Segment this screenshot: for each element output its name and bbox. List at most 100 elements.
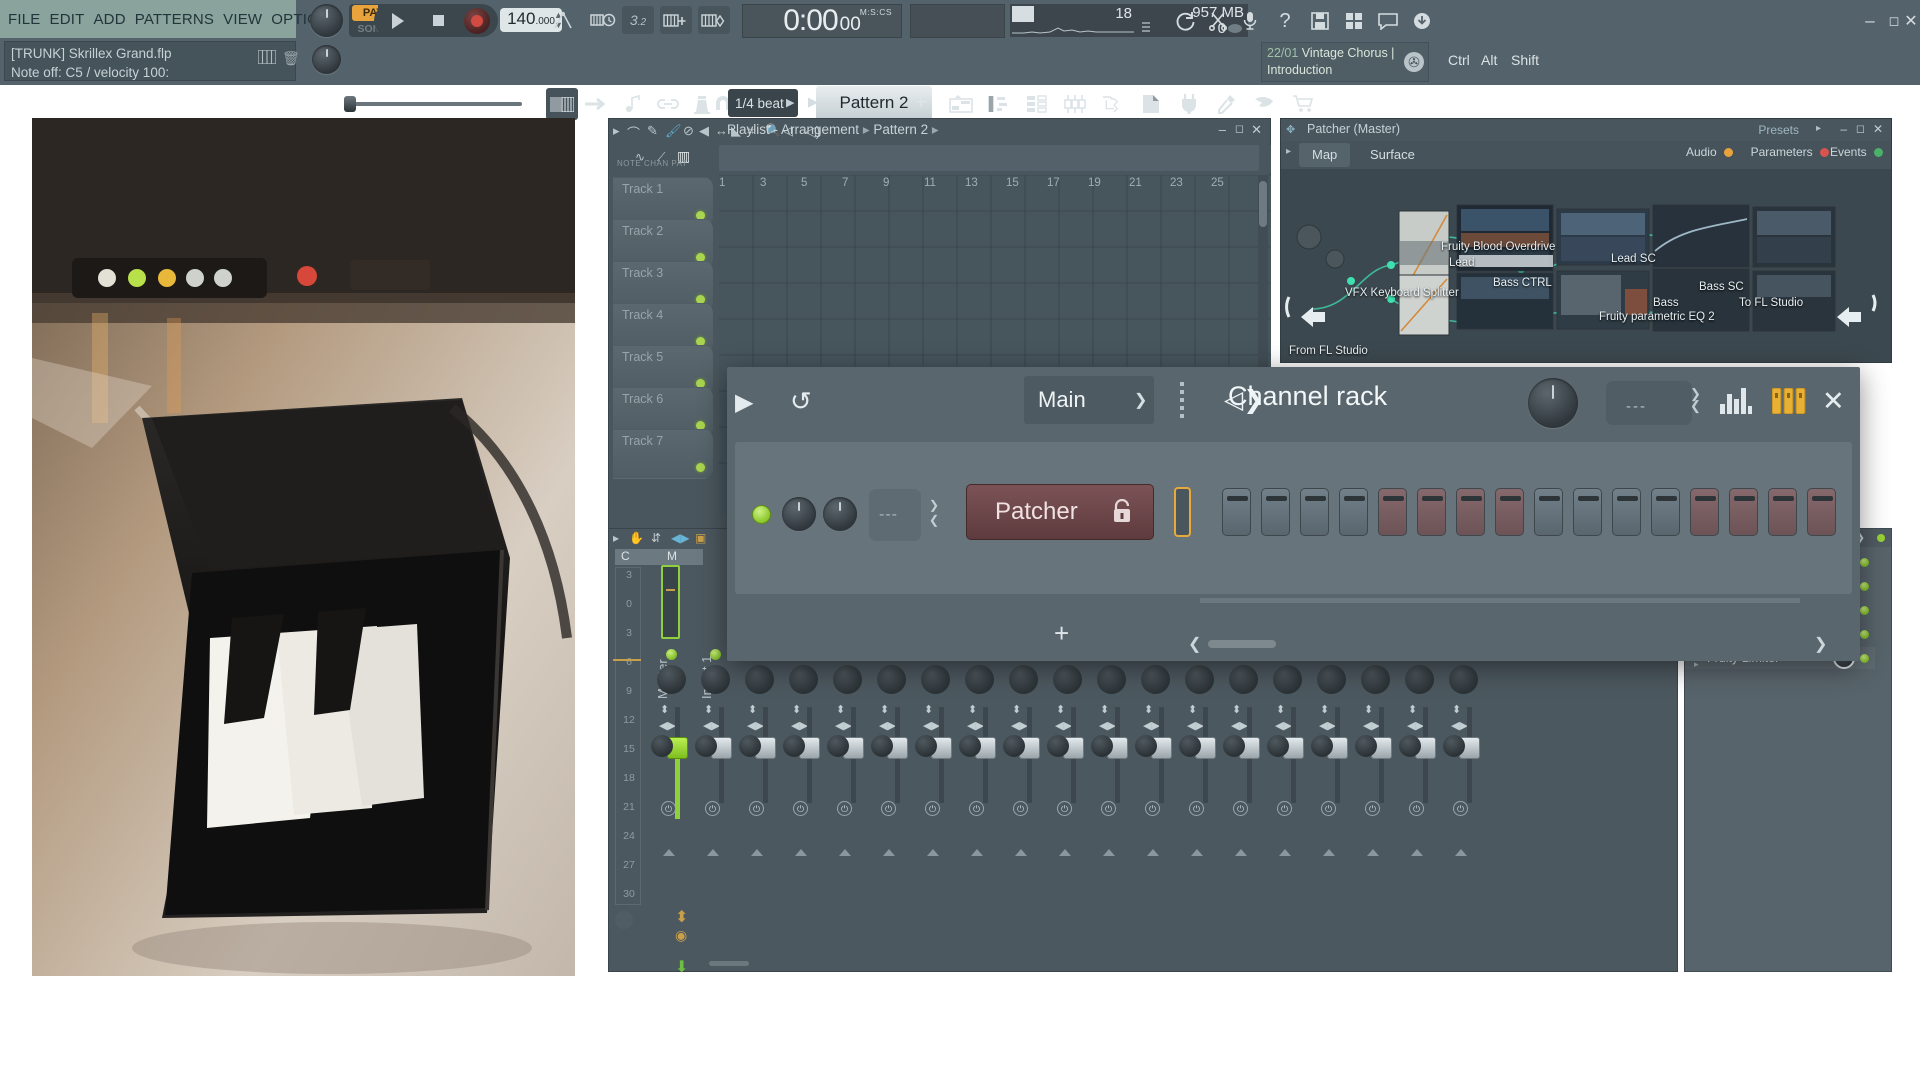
tab-map[interactable]: Map xyxy=(1299,143,1351,167)
mixer-strip-route-arrow[interactable] xyxy=(1147,849,1159,856)
pencil-icon[interactable]: ✎ xyxy=(647,123,658,139)
channel-rack-close-button[interactable]: ✕ xyxy=(1822,386,1845,417)
mixer-strip-pan-knob[interactable] xyxy=(833,665,862,694)
save-icon[interactable] xyxy=(1304,6,1336,36)
tab-surface[interactable]: Surface xyxy=(1357,143,1428,167)
export-icon[interactable] xyxy=(1338,6,1370,36)
playlist-titlebar[interactable]: ▸ ⌒ ✎ 🖌 ⊘ ◀ ↔ ◣ ⌗ 🔍 ◁ ◁) Playlist - Arra… xyxy=(609,119,1270,143)
step-button-6[interactable] xyxy=(1417,488,1446,536)
menu-item-patterns[interactable]: PATTERNS xyxy=(135,11,214,28)
hand-icon[interactable] xyxy=(1248,88,1282,120)
mixer-strip-updown-icon[interactable]: ⬍ xyxy=(924,703,933,716)
patcher-maximize-button[interactable]: ◻ xyxy=(1856,122,1865,135)
mixer-strip-route-arrow[interactable] xyxy=(1059,849,1071,856)
metronome-icon[interactable] xyxy=(548,6,578,34)
mixer-strip-power-icon[interactable]: ⏻ xyxy=(749,801,764,816)
effect-slot-led[interactable] xyxy=(1860,606,1869,615)
mixer-strip-power-icon[interactable]: ⏻ xyxy=(837,801,852,816)
mixer-strip-power-icon[interactable]: ⏻ xyxy=(1233,801,1248,816)
mixer-strip-power-icon[interactable]: ⏻ xyxy=(1057,801,1072,816)
patcher-node-label[interactable]: Bass xyxy=(1653,297,1679,309)
patcher-titlebar[interactable]: ✥ Patcher (Master) Presets ▸ ‒ ◻ ✕ xyxy=(1281,119,1891,141)
mixer-strip-led[interactable] xyxy=(666,649,677,660)
mixer-strip-trim-knob[interactable] xyxy=(1047,735,1069,757)
patcher-node-label[interactable]: Lead xyxy=(1449,257,1475,269)
mixer-strip-route-arrow[interactable] xyxy=(751,849,763,856)
step-button-8[interactable] xyxy=(1495,488,1524,536)
channel-rack-scroll-left[interactable]: ❮ xyxy=(1188,634,1201,654)
help-icon[interactable]: ? xyxy=(1270,6,1300,36)
mixer-strip-master[interactable]: Master⬍◀▶⏻ xyxy=(649,565,693,907)
mixer-strip-updown-icon[interactable]: ⬍ xyxy=(1232,703,1241,716)
add-channel-button[interactable]: + xyxy=(1054,618,1069,649)
menu-item-add[interactable]: ADD xyxy=(93,11,125,28)
patcher-node-label[interactable]: To FL Studio xyxy=(1739,297,1803,309)
patcher-node-label[interactable]: From FL Studio xyxy=(1289,345,1368,357)
mixer-strip-updown-icon[interactable]: ⬍ xyxy=(968,703,977,716)
mixer-strip-pan-knob[interactable] xyxy=(1229,665,1258,694)
mixer-strip-pan-knob[interactable] xyxy=(1141,665,1170,694)
mixer-strip-stereo-icon[interactable]: ◀▶ xyxy=(1363,719,1380,732)
mixer-icon[interactable] xyxy=(1058,88,1092,120)
step-button-2[interactable] xyxy=(1261,488,1290,536)
mixer-strip-pan-knob[interactable] xyxy=(1053,665,1082,694)
mixer-strip-updown-icon[interactable]: ⬍ xyxy=(1100,703,1109,716)
loop-keyboard-icon[interactable] xyxy=(698,6,730,34)
mixer-strip-updown-icon[interactable]: ⬍ xyxy=(1364,703,1373,716)
effect-slot-led[interactable] xyxy=(1860,582,1869,591)
mixer-strip-pan-knob[interactable] xyxy=(1361,665,1390,694)
mixer-strip-pan-knob[interactable] xyxy=(877,665,906,694)
effect-slot-led[interactable] xyxy=(1860,558,1869,567)
channel-volume-knob[interactable] xyxy=(782,497,816,531)
mixer-strip-stereo-icon[interactable]: ◀▶ xyxy=(835,719,852,732)
mixer-strip-route-arrow[interactable] xyxy=(1235,849,1247,856)
mixer-strip-pan-knob[interactable] xyxy=(701,665,730,694)
channel-pan-knob[interactable] xyxy=(823,497,857,531)
step-button-9[interactable] xyxy=(1534,488,1563,536)
mixer-strip-pan-knob[interactable] xyxy=(1405,665,1434,694)
mixer-strip-pan-knob[interactable] xyxy=(965,665,994,694)
mixer-strip-power-icon[interactable]: ⏻ xyxy=(969,801,984,816)
add-pattern-button[interactable]: + xyxy=(915,91,927,115)
master-volume-knob[interactable] xyxy=(310,4,343,37)
draw-icon[interactable] xyxy=(618,88,650,120)
snap-chevron-icon[interactable]: ▶ xyxy=(786,96,794,109)
playlist-minimize-button[interactable]: ‒ xyxy=(1219,122,1226,137)
mixer-strip-trim-knob[interactable] xyxy=(783,735,805,757)
step-button-1[interactable] xyxy=(1222,488,1251,536)
step-button-3[interactable] xyxy=(1300,488,1329,536)
refresh-icon[interactable] xyxy=(1170,6,1202,36)
mixer-strip-route-arrow[interactable] xyxy=(971,849,983,856)
patcher-presets-label[interactable]: Presets xyxy=(1758,123,1799,137)
channel-group-chevron-icon[interactable]: ❯ xyxy=(1134,390,1147,410)
mixer-strip-stereo-icon[interactable]: ◀▶ xyxy=(1143,719,1160,732)
mixer-strip-stereo-icon[interactable]: ◀▶ xyxy=(747,719,764,732)
step-button-16[interactable] xyxy=(1807,488,1836,536)
step-button-13[interactable] xyxy=(1690,488,1719,536)
effect-slot-led[interactable] xyxy=(1860,654,1869,663)
mixer-strip-power-icon[interactable]: ⏻ xyxy=(1321,801,1336,816)
channel-rack-value-arrows[interactable]: ❯ ❮ xyxy=(1690,387,1701,412)
keyboard-editor-icon[interactable] xyxy=(1772,388,1806,414)
patcher-minimize-button[interactable]: ‒ xyxy=(1840,122,1847,136)
scissors-icon[interactable] xyxy=(1202,6,1234,36)
mixer-strip-stereo-icon[interactable]: ◀▶ xyxy=(1099,719,1116,732)
mixer-strip-route-arrow[interactable] xyxy=(839,849,851,856)
patcher-tab-arrow-icon[interactable]: ▸ xyxy=(1286,146,1291,157)
mixer-strip-route-arrow[interactable] xyxy=(1455,849,1467,856)
mixer-strip-route-arrow[interactable] xyxy=(1411,849,1423,856)
mixer-strip-power-icon[interactable]: ⏻ xyxy=(1277,801,1292,816)
mixer-arrow-up-icon[interactable]: ⬍ xyxy=(675,907,688,927)
mixer-strip-updown-icon[interactable]: ⬍ xyxy=(748,703,757,716)
download-icon[interactable] xyxy=(1406,6,1438,36)
mixer-strip-pan-knob[interactable] xyxy=(921,665,950,694)
mixer-strip-trim-knob[interactable] xyxy=(1399,735,1421,757)
pitch-slider-handle[interactable] xyxy=(344,96,356,112)
time-display[interactable]: 0:00 00 M:S:CS xyxy=(744,4,900,38)
step-button-10[interactable] xyxy=(1573,488,1602,536)
mixer-strip-trim-knob[interactable] xyxy=(1311,735,1333,757)
mixer-strip-stereo-icon[interactable]: ◀▶ xyxy=(1187,719,1204,732)
window-close-button[interactable]: ✕ xyxy=(1902,6,1920,36)
mixer-strip-power-icon[interactable]: ⏻ xyxy=(1101,801,1116,816)
channel-rack-drag-handle[interactable] xyxy=(1180,382,1184,418)
